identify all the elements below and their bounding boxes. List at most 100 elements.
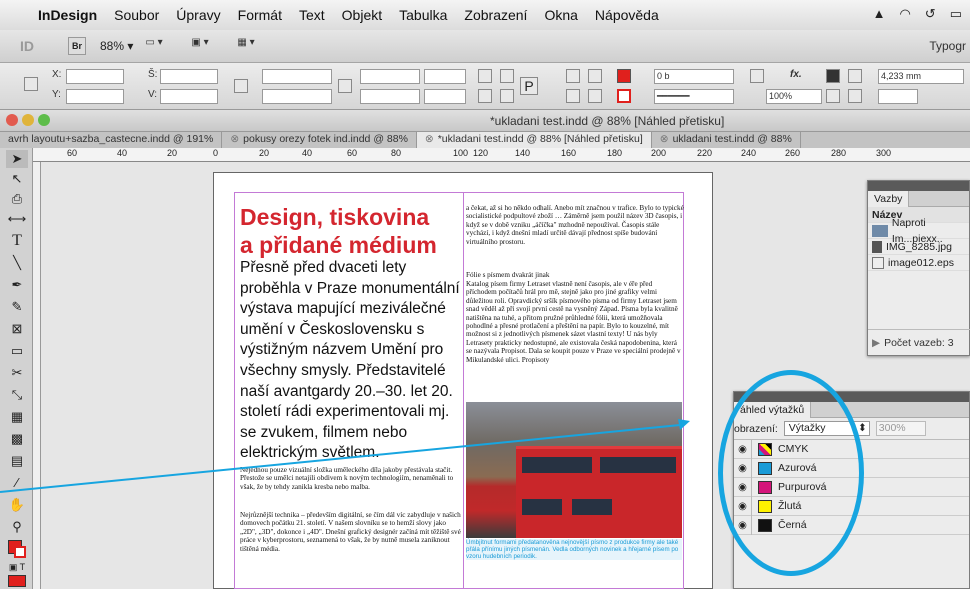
align-center-icon[interactable]: [848, 89, 862, 103]
fx-icon[interactable]: fx.: [790, 69, 802, 80]
ink-zoom-field[interactable]: 300%: [875, 421, 926, 436]
column2-paragraph-2[interactable]: Katalog písem firmy Letraset vlastně nen…: [466, 280, 684, 364]
apply-color-icon[interactable]: [8, 575, 26, 587]
text-wrap-icon[interactable]: [826, 69, 840, 83]
type-tool-icon[interactable]: T: [6, 232, 28, 250]
gradient-tool-icon[interactable]: ▦: [6, 408, 28, 426]
menu-text[interactable]: Text: [299, 7, 325, 23]
stroke-weight-field[interactable]: 0 b: [654, 69, 734, 84]
line-tool-icon[interactable]: ╲: [6, 254, 28, 272]
stroke-swatch[interactable]: [617, 89, 631, 103]
shear-field[interactable]: [360, 89, 420, 104]
tab-ukladani-test-active[interactable]: ⊗ *ukladani test.indd @ 88% [Náhled přeti…: [416, 132, 652, 148]
tab-pokusy-orezy[interactable]: ⊗ pokusy orezy fotek ind.indd @ 88%: [222, 132, 417, 148]
rotate-ccw-icon[interactable]: [500, 69, 514, 83]
pencil-tool-icon[interactable]: ✎: [6, 298, 28, 316]
sync-icon[interactable]: ↺: [925, 6, 936, 22]
hand-tool-icon[interactable]: ✋: [6, 496, 28, 514]
gap-tool-icon[interactable]: ⟷: [6, 210, 28, 228]
pen-tool-icon[interactable]: ✒: [6, 276, 28, 294]
w-field[interactable]: [160, 69, 218, 84]
vertical-ruler[interactable]: [33, 162, 41, 589]
gradient-feather-tool-icon[interactable]: ▩: [6, 430, 28, 448]
workspace-switcher[interactable]: Typogr: [929, 39, 966, 53]
adobe-icon[interactable]: ▲: [873, 6, 886, 22]
fill-swatch[interactable]: [617, 69, 631, 83]
disclosure-triangle-icon[interactable]: ▶: [872, 335, 880, 351]
free-transform-tool-icon[interactable]: ⤡: [6, 386, 28, 404]
arrange-documents-dropdown[interactable]: ▦ ▾: [237, 37, 271, 55]
page-tool-icon[interactable]: ⎙: [6, 190, 28, 208]
menu-zobrazeni[interactable]: Zobrazení: [464, 7, 527, 23]
select-previous-icon[interactable]: [588, 89, 602, 103]
h-field[interactable]: [160, 89, 218, 104]
gutter-field[interactable]: 4,233 mm: [878, 69, 964, 84]
tab-ukladani-test[interactable]: ⊗ ukladani test.indd @ 88%: [652, 132, 801, 148]
y-field[interactable]: [66, 89, 124, 104]
zoom-level-dropdown[interactable]: 88% ▾: [100, 39, 133, 53]
bridge-button[interactable]: Br: [68, 37, 86, 55]
flip-horizontal-icon[interactable]: [478, 89, 492, 103]
body-paragraph-2[interactable]: Nejrůznější technika – především digitál…: [240, 511, 462, 553]
stroke-type-dropdown[interactable]: ━━━━━━: [654, 89, 734, 104]
rectangle-frame-tool-icon[interactable]: ⊠: [6, 320, 28, 338]
p-icon[interactable]: P: [520, 77, 538, 95]
tab-layout-sazba[interactable]: avrh layoutu+sazba_castecne.indd @ 191%: [0, 132, 223, 148]
menu-napoveda[interactable]: Nápověda: [595, 7, 659, 23]
column2-paragraph-1[interactable]: a čekat, až si ho někdo odhalí. Anebo mí…: [466, 204, 684, 246]
display-icon[interactable]: ▭: [950, 6, 962, 22]
flip-vertical-icon[interactable]: [500, 89, 514, 103]
menu-objekt[interactable]: Objekt: [342, 7, 382, 23]
direct-selection-tool-icon[interactable]: ↖: [6, 170, 28, 188]
chain-icon[interactable]: [338, 79, 352, 93]
scale-x-field[interactable]: [262, 69, 332, 84]
x-field[interactable]: [66, 69, 124, 84]
formatting-affects-icon[interactable]: ▣ T: [6, 558, 28, 576]
zoom-window-button[interactable]: [38, 114, 50, 126]
body-paragraph-1[interactable]: Nejednou pouze vizuální složka uměleckéh…: [240, 466, 462, 491]
select-container-icon[interactable]: [566, 69, 580, 83]
scale-y-field[interactable]: [262, 89, 332, 104]
column2-heading[interactable]: Fólie s písmem dvakrát jinak: [466, 271, 684, 279]
align-top-icon[interactable]: [826, 89, 840, 103]
screen-mode-dropdown[interactable]: ▣ ▾: [191, 37, 225, 55]
view-options-dropdown[interactable]: ▭ ▾: [145, 37, 179, 55]
panel-drag-bar[interactable]: [868, 181, 969, 191]
text-frame-options-icon[interactable]: [848, 69, 862, 83]
bus-photo[interactable]: [466, 402, 682, 538]
rectangle-tool-icon[interactable]: ▭: [6, 342, 28, 360]
eyedropper-tool-icon[interactable]: ⁄: [6, 474, 28, 492]
link-item[interactable]: Naproti Im...piexx..: [868, 217, 969, 245]
scissors-tool-icon[interactable]: ✂: [6, 364, 28, 382]
rotation-field[interactable]: [360, 69, 420, 84]
article-headline[interactable]: Design, tiskovina a přidané médium: [240, 203, 462, 259]
shear-angle-field[interactable]: [424, 89, 466, 104]
close-window-button[interactable]: [6, 114, 18, 126]
horizontal-ruler[interactable]: 60 40 20 0 20 40 60 80 100 120 140 160 1…: [33, 148, 970, 162]
select-next-icon[interactable]: [588, 69, 602, 83]
menu-app[interactable]: InDesign: [38, 7, 97, 23]
zoom-tool-icon[interactable]: ⚲: [6, 518, 28, 536]
opacity-field[interactable]: 100%: [766, 89, 822, 104]
menu-tabulka[interactable]: Tabulka: [399, 7, 447, 23]
select-content-icon[interactable]: [566, 89, 580, 103]
rotate-cw-icon[interactable]: [478, 69, 492, 83]
close-tab-icon[interactable]: ⊗: [230, 133, 239, 145]
constrain-proportions-icon[interactable]: [234, 79, 248, 93]
menu-upravy[interactable]: Úpravy: [176, 7, 220, 23]
menu-okna[interactable]: Okna: [544, 7, 577, 23]
note-tool-icon[interactable]: ▤: [6, 452, 28, 470]
wifi-icon[interactable]: ◠: [899, 6, 910, 22]
close-tab-icon[interactable]: ⊗: [660, 133, 669, 145]
stroke-color-icon[interactable]: [14, 546, 26, 558]
drop-shadow-icon[interactable]: [750, 69, 764, 83]
article-lead[interactable]: Přesně před dvaceti lety proběhla v Praz…: [240, 258, 468, 464]
menu-soubor[interactable]: Soubor: [114, 7, 159, 23]
rotate-angle-field[interactable]: [424, 69, 466, 84]
menu-format[interactable]: Formát: [238, 7, 282, 23]
reference-point-icon[interactable]: [24, 77, 38, 91]
close-tab-icon[interactable]: ⊗: [425, 133, 434, 145]
photo-caption[interactable]: Úmbjítnut formami předatanověna nejnověj…: [466, 539, 682, 560]
links-tab[interactable]: Vazby: [868, 191, 910, 207]
minimize-window-button[interactable]: [22, 114, 34, 126]
